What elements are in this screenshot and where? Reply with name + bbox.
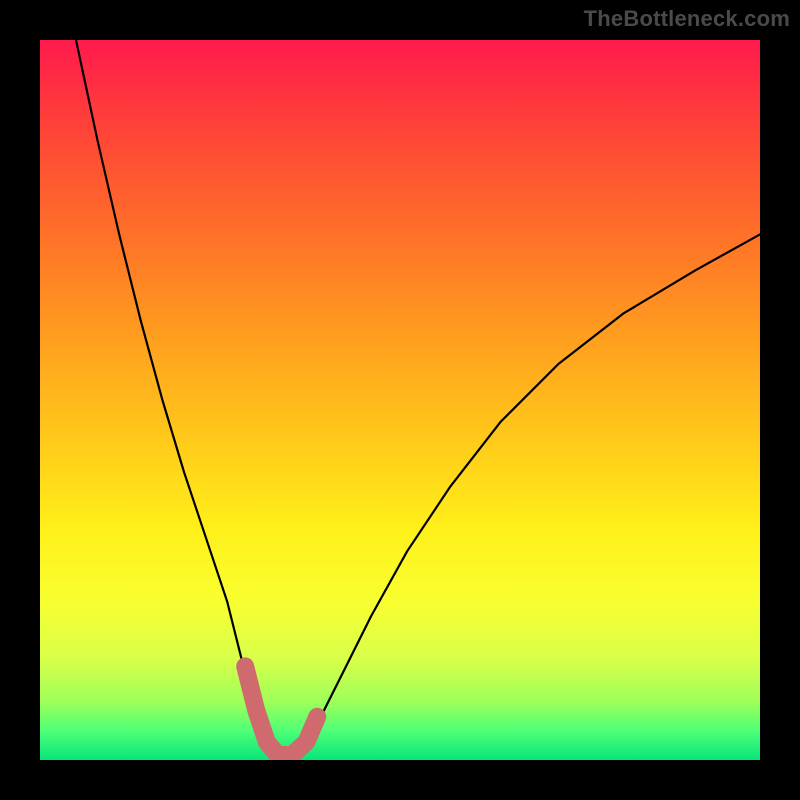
optimal-region-highlight bbox=[245, 666, 317, 755]
chart-frame: TheBottleneck.com bbox=[0, 0, 800, 800]
bottleneck-curve bbox=[76, 40, 760, 756]
curve-layer bbox=[40, 40, 760, 760]
highlight-start-dot bbox=[238, 659, 252, 673]
plot-area bbox=[40, 40, 760, 760]
watermark-label: TheBottleneck.com bbox=[584, 6, 790, 32]
